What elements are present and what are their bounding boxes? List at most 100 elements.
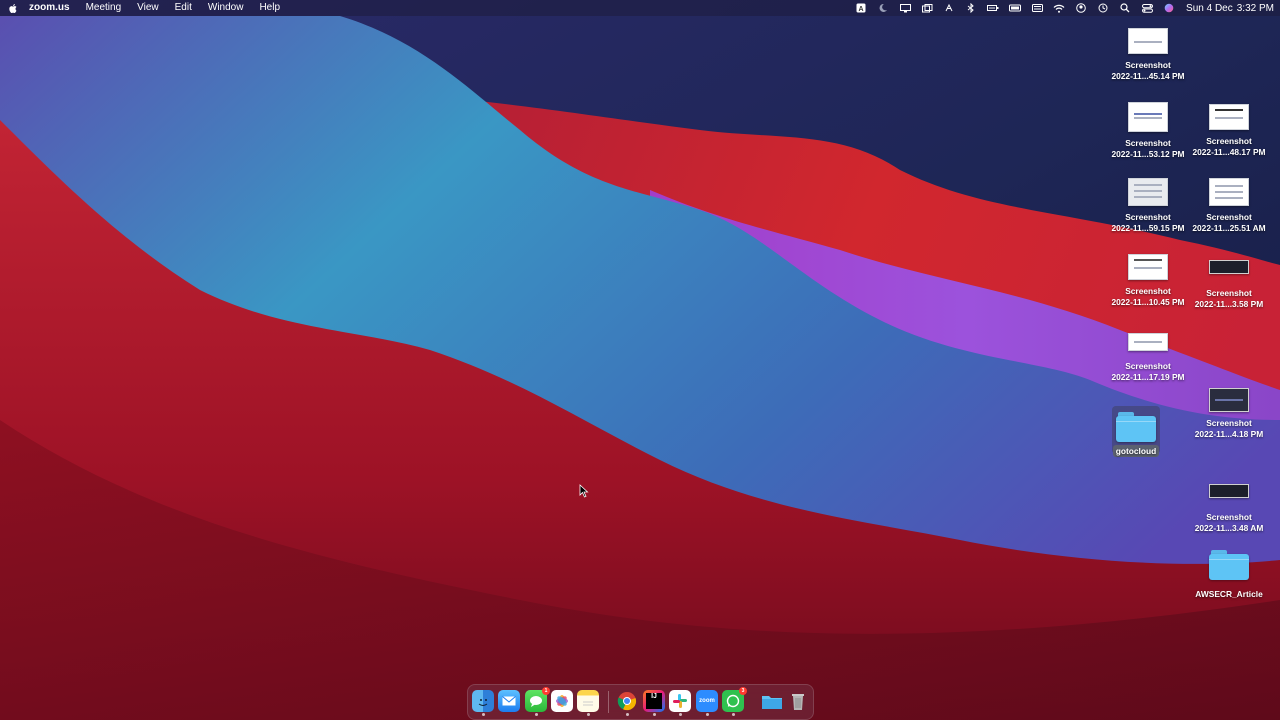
menu-bar: zoom.us Meeting View Edit Window Help A … (0, 0, 1280, 16)
wifi-icon[interactable] (1053, 3, 1065, 13)
menubar-time: 3:32 PM (1236, 2, 1274, 14)
display-icon[interactable] (899, 3, 911, 13)
apple-menu-icon[interactable] (8, 3, 18, 14)
desktop-file-screenshot-4[interactable]: Screenshot 2022-11...59.15 PM (1108, 178, 1188, 233)
dock-running-indicator (535, 713, 538, 716)
search-icon[interactable] (1119, 3, 1131, 13)
desktop-file-screenshot-2[interactable]: Screenshot 2022-11...53.12 PM (1108, 102, 1188, 159)
desktop-folder-awsecr-article[interactable]: AWSECR_Article (1189, 550, 1269, 600)
dock-intellij-icon[interactable]: IJ (643, 690, 665, 712)
dock-running-indicator (706, 713, 709, 716)
screenshot-thumbnail (1128, 254, 1168, 280)
file-subname: 2022-11...10.45 PM (1111, 296, 1185, 307)
screenshot-thumbnail (1209, 388, 1249, 412)
whatsapp-badge: 3 (739, 687, 747, 695)
file-subname: 2022-11...45.14 PM (1111, 70, 1185, 81)
dock-messages-icon[interactable]: 1 (525, 687, 550, 712)
screenshot-thumbnail (1209, 178, 1249, 206)
file-subname: 2022-11...53.12 PM (1111, 148, 1185, 159)
file-name: Screenshot (1125, 138, 1171, 148)
file-subname: 2022-11...4.18 PM (1194, 428, 1264, 439)
file-name: Screenshot (1206, 136, 1252, 146)
battery-icon[interactable] (1009, 3, 1022, 13)
user-icon[interactable] (1075, 3, 1087, 13)
menubar-clock[interactable]: Sun 4 Dec 3:32 PM (1186, 3, 1274, 14)
svg-text:A: A (859, 6, 864, 13)
menu-view[interactable]: View (129, 0, 167, 16)
file-name: Screenshot (1206, 288, 1252, 298)
menu-meeting[interactable]: Meeting (78, 0, 130, 16)
keyboard-icon[interactable] (1031, 3, 1043, 13)
screenshot-thumbnail (1209, 260, 1249, 274)
folder-label: gotocloud (1112, 445, 1160, 457)
folder-icon (1116, 412, 1156, 442)
desktop-file-screenshot-9[interactable]: Screenshot 2022-11...4.18 PM (1189, 388, 1269, 439)
menu-help[interactable]: Help (251, 0, 288, 16)
screenshot-thumbnail (1209, 484, 1249, 498)
dock-zoom-icon[interactable]: zoom (696, 690, 718, 712)
desktop-wallpaper (0, 0, 1280, 720)
screenshot-thumbnail (1209, 104, 1249, 130)
dock-running-indicator (653, 713, 656, 716)
menu-edit[interactable]: Edit (167, 0, 200, 16)
touch-id-icon[interactable] (943, 3, 955, 13)
desktop-file-screenshot-8[interactable]: Screenshot 2022-11...17.19 PM (1108, 333, 1188, 382)
time-machine-icon[interactable] (1097, 3, 1109, 13)
desktop-file-screenshot-3[interactable]: Screenshot 2022-11...48.17 PM (1189, 104, 1269, 157)
desktop-file-screenshot-1[interactable]: Screenshot 2022-11...45.14 PM (1108, 28, 1188, 81)
file-subname: 2022-11...3.58 PM (1194, 298, 1264, 309)
screenshot-thumbnail (1128, 333, 1168, 351)
desktop-file-screenshot-10[interactable]: Screenshot 2022-11...3.48 AM (1189, 484, 1269, 533)
menu-window[interactable]: Window (200, 0, 252, 16)
moon-icon[interactable] (877, 3, 889, 13)
zoom-label: zoom (699, 698, 715, 704)
file-name: Screenshot (1206, 512, 1252, 522)
desktop-file-screenshot-7[interactable]: Screenshot 2022-11...3.58 PM (1189, 260, 1269, 309)
folder-label: AWSECR_Article (1195, 589, 1263, 599)
file-subname: 2022-11...48.17 PM (1192, 146, 1266, 157)
intellij-label: IJ (646, 693, 662, 709)
file-name: Screenshot (1125, 212, 1171, 222)
dock-slack-icon[interactable] (669, 690, 691, 712)
screenshot-thumbnail (1128, 102, 1168, 132)
dock-running-indicator (626, 713, 629, 716)
dock-running-indicator (679, 713, 682, 716)
file-name: Screenshot (1125, 361, 1171, 371)
file-subname: 2022-11...25.51 AM (1192, 222, 1266, 233)
dock-whatsapp-icon[interactable]: 3 (722, 687, 747, 712)
dock-finder-icon[interactable] (472, 690, 494, 712)
file-subname: 2022-11...17.19 PM (1111, 371, 1185, 382)
mouse-cursor-icon (579, 484, 589, 498)
dock-files-folder-icon[interactable] (761, 690, 783, 712)
file-name: Screenshot (1125, 60, 1171, 70)
battery-dots-icon[interactable] (987, 3, 999, 13)
dock-separator (608, 691, 609, 713)
file-subname: 2022-11...3.48 AM (1194, 522, 1264, 533)
dock-running-indicator (732, 713, 735, 716)
dock: 1 IJ zoom 3 (467, 684, 814, 720)
screenshot-thumbnail (1128, 28, 1168, 54)
siri-icon[interactable] (1163, 3, 1175, 13)
bluetooth-icon[interactable] (965, 3, 977, 13)
desktop-folder-gotocloud[interactable]: gotocloud (1096, 412, 1176, 457)
app-menu-zoom[interactable]: zoom.us (29, 0, 78, 16)
dock-notes-icon[interactable] (577, 690, 599, 712)
dock-photos-icon[interactable] (551, 690, 573, 712)
file-name: Screenshot (1125, 286, 1171, 296)
text-input-icon[interactable]: A (855, 3, 867, 13)
folder-icon (1209, 550, 1249, 580)
desktop-file-screenshot-5[interactable]: Screenshot 2022-11...25.51 AM (1189, 178, 1269, 233)
file-name: Screenshot (1206, 418, 1252, 428)
menubar-date: Sun 4 Dec (1186, 2, 1233, 14)
dock-trash-icon[interactable] (787, 690, 809, 712)
desktop-file-screenshot-6[interactable]: Screenshot 2022-11...10.45 PM (1108, 254, 1188, 307)
dock-running-indicator (587, 713, 590, 716)
control-center-icon[interactable] (1141, 3, 1153, 13)
screenshot-thumbnail (1128, 178, 1168, 206)
file-name: Screenshot (1206, 212, 1252, 222)
file-subname: 2022-11...59.15 PM (1111, 222, 1185, 233)
screen-mirror-icon[interactable] (921, 3, 933, 13)
dock-mail-icon[interactable] (498, 690, 520, 712)
messages-badge: 1 (542, 687, 550, 695)
dock-chrome-icon[interactable] (616, 690, 638, 712)
